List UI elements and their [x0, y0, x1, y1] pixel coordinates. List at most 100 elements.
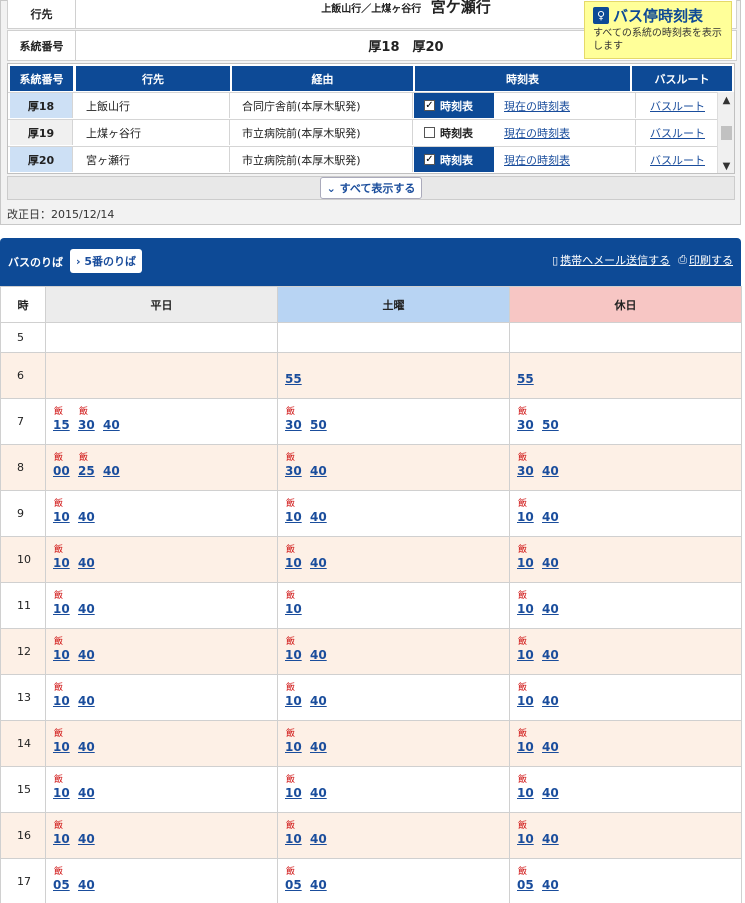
departure-minute-link[interactable]: 40 — [542, 832, 559, 846]
departure-minute-link[interactable]: 30 — [517, 418, 534, 432]
departure-minute-link[interactable]: 40 — [78, 832, 95, 846]
print-link[interactable]: 印刷する — [689, 252, 733, 268]
scroll-up-icon[interactable]: ▲ — [718, 92, 734, 109]
departure-minute-link[interactable]: 55 — [517, 372, 534, 386]
departure-minute-link[interactable]: 05 — [53, 878, 70, 892]
departure-minute-link[interactable]: 40 — [310, 510, 327, 524]
departure-minute-link[interactable]: 10 — [517, 510, 534, 524]
departure: 飯 05 — [517, 859, 542, 903]
departure-minute-link[interactable]: 40 — [310, 556, 327, 570]
departure-minute-link[interactable]: 40 — [103, 464, 120, 478]
departure-minute-link[interactable]: 40 — [310, 832, 327, 846]
departure-minute-link[interactable]: 10 — [517, 740, 534, 754]
departure-minute-link[interactable]: 10 — [517, 786, 534, 800]
departure-minute-link[interactable]: 40 — [310, 694, 327, 708]
departure-minute-link[interactable]: 40 — [310, 648, 327, 662]
departure-minute-link[interactable]: 05 — [285, 878, 302, 892]
via-mark: 飯 — [286, 683, 296, 693]
timetable-checkbox[interactable]: ✓ 時刻表 — [414, 93, 494, 118]
departure-minute-link[interactable]: 40 — [542, 648, 559, 662]
departure-minute-link[interactable]: 10 — [53, 556, 70, 570]
departure-minute-link[interactable]: 40 — [310, 464, 327, 478]
checkbox-icon — [424, 127, 435, 138]
departure-minute-link[interactable]: 40 — [310, 740, 327, 754]
departure: 飯 30 — [517, 399, 542, 443]
departure-minute-link[interactable]: 10 — [285, 832, 302, 846]
departure: 飯 10 — [285, 813, 310, 857]
departure-minute-link[interactable]: 50 — [542, 418, 559, 432]
departure-minute-link[interactable]: 10 — [517, 556, 534, 570]
departure-minute-link[interactable]: 10 — [517, 832, 534, 846]
departure-minute-link[interactable]: 30 — [78, 418, 95, 432]
current-timetable-link[interactable]: 現在の時刻表 — [504, 125, 570, 141]
departure-minute-link[interactable]: 10 — [285, 740, 302, 754]
departure-minute-link[interactable]: 00 — [53, 464, 70, 478]
departure-minute-link[interactable]: 10 — [285, 786, 302, 800]
departure-minute-link[interactable]: 40 — [542, 510, 559, 524]
route-destination: 宮ヶ瀬行 — [74, 147, 230, 172]
departure-minute-link[interactable]: 40 — [78, 786, 95, 800]
departure-minute-link[interactable]: 40 — [542, 694, 559, 708]
departure-minute-link[interactable]: 10 — [53, 740, 70, 754]
departure-minute-link[interactable]: 10 — [53, 786, 70, 800]
via-mark: 飯 — [518, 453, 528, 463]
departure-minute-link[interactable]: 40 — [103, 418, 120, 432]
bus-route-link[interactable]: バスルート — [650, 98, 705, 114]
departure-minute-link[interactable]: 10 — [517, 602, 534, 616]
departure-minute-link[interactable]: 55 — [285, 372, 302, 386]
departure-minute-link[interactable]: 40 — [542, 786, 559, 800]
departure-minute-link[interactable]: 10 — [285, 694, 302, 708]
departure-minute-link[interactable]: 10 — [517, 648, 534, 662]
departure-minute-link[interactable]: 15 — [53, 418, 70, 432]
departure-minute-link[interactable]: 10 — [53, 694, 70, 708]
platform-button[interactable]: › 5番のりば — [70, 249, 143, 273]
departure: 飯 10 — [517, 629, 542, 673]
bus-route-link[interactable]: バスルート — [650, 125, 705, 141]
route-table-scrollbar[interactable]: ▲ ▼ — [717, 92, 734, 173]
departure-minute-link[interactable]: 40 — [542, 602, 559, 616]
scroll-thumb[interactable] — [721, 126, 732, 140]
departure-minute-link[interactable]: 30 — [517, 464, 534, 478]
departure-minute-link[interactable]: 10 — [53, 832, 70, 846]
departure-minute-link[interactable]: 40 — [542, 740, 559, 754]
departure-minute-link[interactable]: 50 — [310, 418, 327, 432]
departure-minute-link[interactable]: 25 — [78, 464, 95, 478]
show-all-bar: ⌄ すべて表示する — [7, 176, 735, 200]
departure-minute-link[interactable]: 40 — [542, 878, 559, 892]
departure-minute-link[interactable]: 10 — [53, 648, 70, 662]
departure-minute-link[interactable]: 40 — [78, 510, 95, 524]
departure-minute-link[interactable]: 40 — [78, 602, 95, 616]
departure-minute-link[interactable]: 40 — [78, 648, 95, 662]
departure-minute-link[interactable]: 40 — [310, 878, 327, 892]
departure-minute-link[interactable]: 40 — [542, 464, 559, 478]
timetable-checkbox[interactable]: ✓ 時刻表 — [414, 147, 494, 172]
departure-minute-link[interactable]: 30 — [285, 418, 302, 432]
departure-minute-link[interactable]: 10 — [53, 602, 70, 616]
departure: 40 — [542, 445, 567, 489]
departure-minute-link[interactable]: 40 — [78, 740, 95, 754]
departure-minute-link[interactable]: 40 — [542, 556, 559, 570]
departure-minute-link[interactable]: 05 — [517, 878, 534, 892]
current-timetable-link[interactable]: 現在の時刻表 — [504, 152, 570, 168]
bus-stop-timetable-button[interactable]: ♀ バス停時刻表 すべての系統の時刻表を表示します — [584, 1, 732, 59]
departure-minute-link[interactable]: 10 — [285, 510, 302, 524]
mail-link[interactable]: 携帯へメール送信する — [560, 252, 670, 268]
departure-minute-link[interactable]: 30 — [285, 464, 302, 478]
departure-minute-link[interactable]: 10 — [285, 556, 302, 570]
departure-minute-link[interactable]: 40 — [78, 556, 95, 570]
checkbox-label: 時刻表 — [440, 99, 473, 113]
scroll-down-icon[interactable]: ▼ — [718, 158, 734, 173]
departure-minute-link[interactable]: 40 — [78, 694, 95, 708]
current-timetable-link[interactable]: 現在の時刻表 — [504, 98, 570, 114]
weekday-cell: 飯 10 40 — [45, 812, 278, 859]
timetable-checkbox[interactable]: 時刻表 — [414, 120, 494, 145]
departure-minute-link[interactable]: 10 — [285, 648, 302, 662]
departure-minute-link[interactable]: 40 — [78, 878, 95, 892]
bus-route-link[interactable]: バスルート — [650, 152, 705, 168]
departure-minute-link[interactable]: 10 — [517, 694, 534, 708]
departure-minute-link[interactable]: 10 — [53, 510, 70, 524]
show-all-button[interactable]: ⌄ すべて表示する — [319, 177, 423, 199]
departure-minute-link[interactable]: 40 — [310, 786, 327, 800]
hour-cell: 15 — [0, 766, 46, 813]
departure-minute-link[interactable]: 10 — [285, 602, 302, 616]
